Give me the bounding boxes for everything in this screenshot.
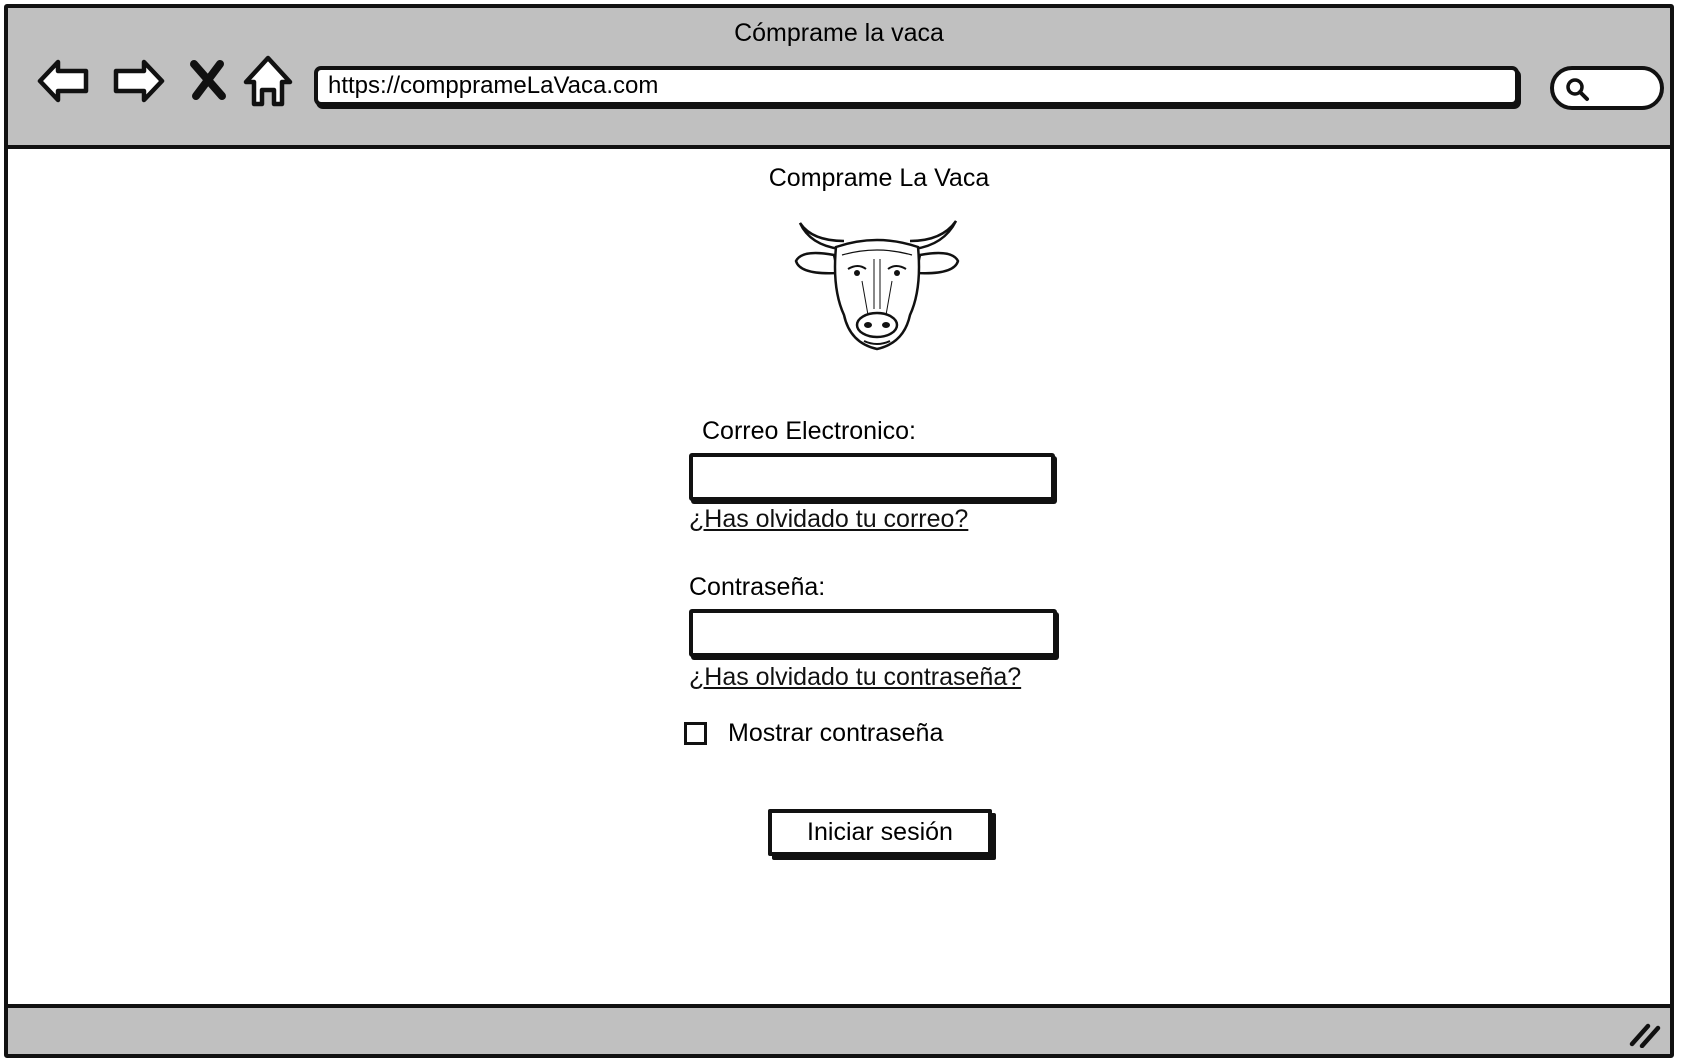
password-field[interactable] — [689, 609, 1057, 657]
forward-arrow-icon[interactable] — [108, 52, 168, 110]
password-label: Contraseña: — [689, 573, 826, 601]
page-content: Comprame La Vaca Correo Electronico: ¿Ha… — [8, 149, 1670, 1012]
search-icon — [1566, 78, 1589, 101]
show-password-checkbox[interactable] — [684, 722, 707, 745]
back-arrow-icon[interactable] — [34, 52, 94, 110]
email-label: Correo Electronico: — [702, 417, 916, 445]
search-box[interactable] — [1550, 66, 1664, 110]
window-title: Cómprame la vaca — [734, 19, 944, 47]
browser-window: Cómprame la vaca https://compprameLaVaca… — [4, 4, 1674, 1058]
resize-grip-icon[interactable] — [1628, 1018, 1662, 1048]
page-title: Comprame La Vaca — [768, 164, 990, 192]
forgot-email-link[interactable]: ¿Has olvidado tu correo? — [689, 504, 968, 534]
close-x-icon[interactable] — [184, 52, 232, 110]
address-bar-text: https://compprameLaVaca.com — [328, 72, 659, 99]
forgot-password-link[interactable]: ¿Has olvidado tu contraseña? — [689, 662, 1021, 692]
address-bar[interactable]: https://compprameLaVaca.com — [314, 66, 1519, 106]
browser-toolbar: Cómprame la vaca https://compprameLaVaca… — [8, 8, 1670, 149]
cow-head-icon — [792, 219, 962, 354]
login-button[interactable]: Iniciar sesión — [768, 809, 992, 856]
home-icon[interactable] — [240, 52, 296, 110]
status-bar — [8, 1004, 1670, 1054]
show-password-label[interactable]: Mostrar contraseña — [728, 718, 943, 748]
email-field[interactable] — [689, 453, 1055, 501]
